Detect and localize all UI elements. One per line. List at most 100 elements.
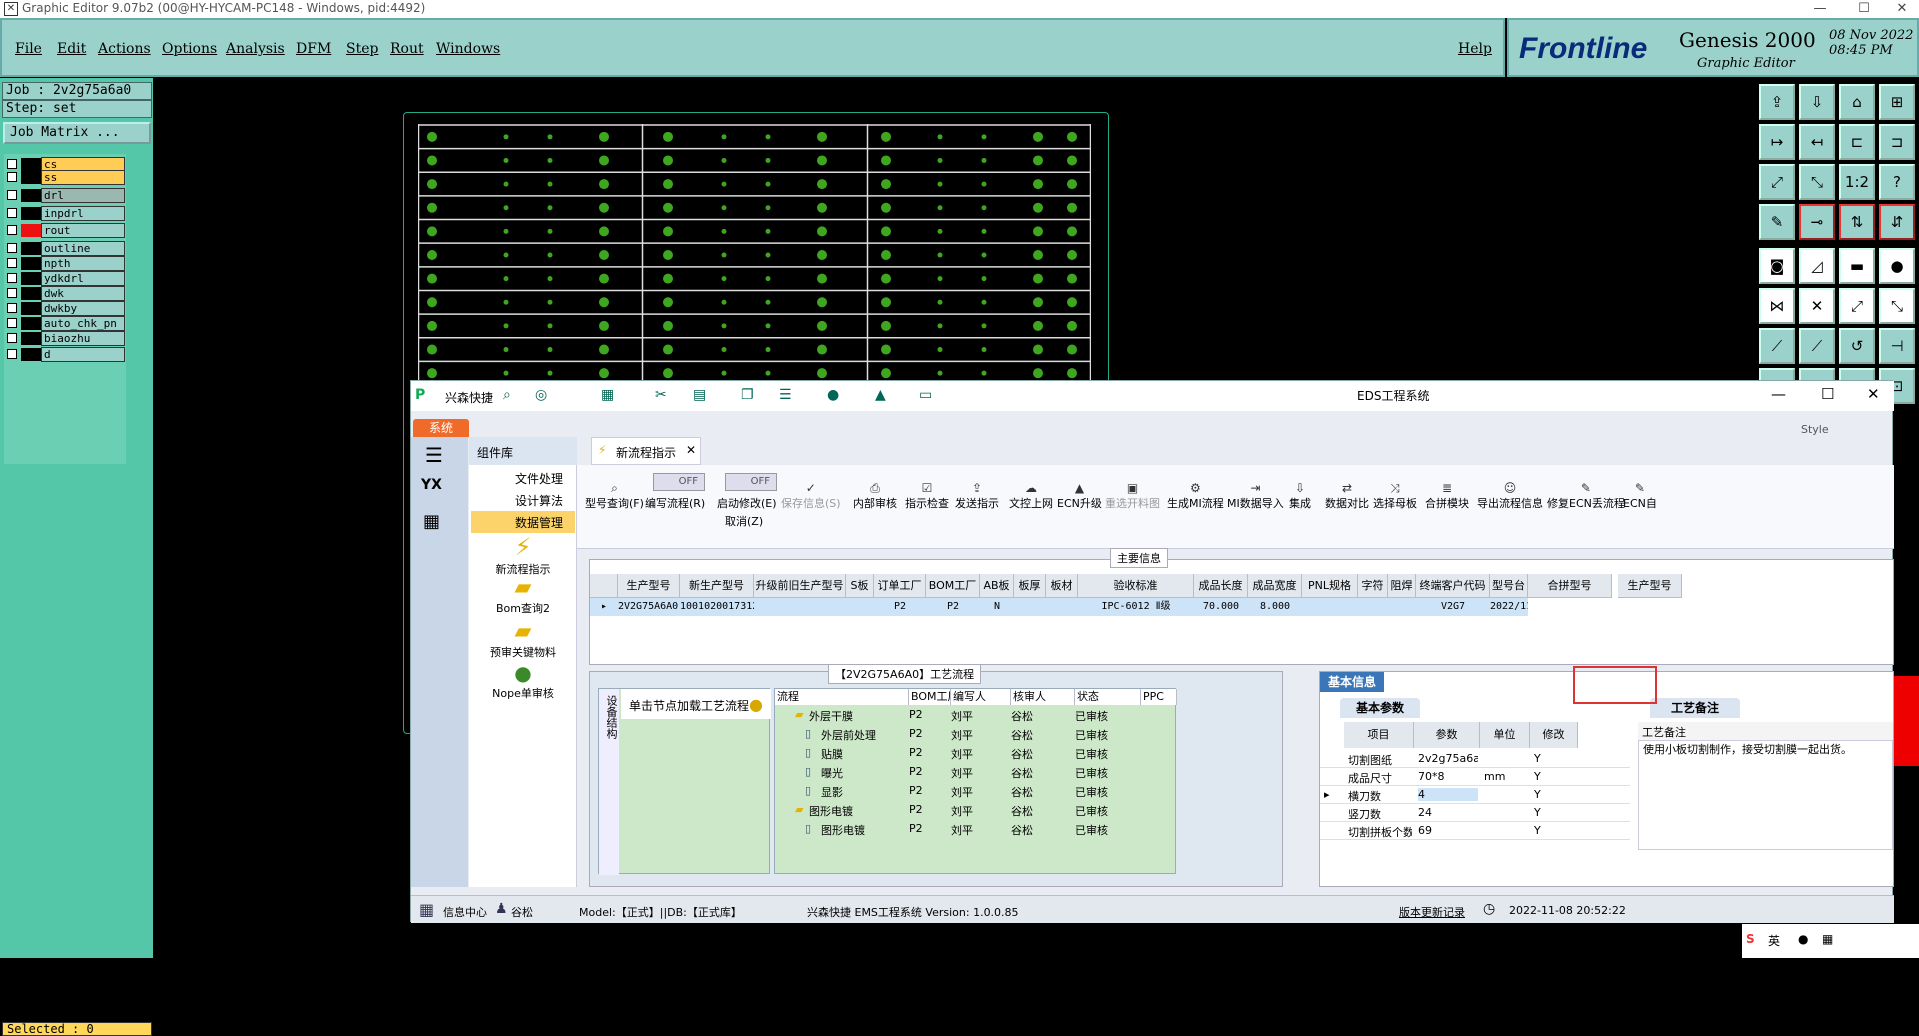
grid-header-13[interactable]: 字符 bbox=[1358, 574, 1388, 598]
basic-cell-param[interactable]: 24 bbox=[1418, 806, 1478, 819]
basic-cell-param[interactable]: 4 bbox=[1418, 788, 1478, 801]
ribbon-button-6[interactable]: ☑ 指示检查 bbox=[905, 481, 949, 511]
ribbon-button-8[interactable]: ☁ 文控上网 bbox=[1009, 481, 1053, 511]
flow-header-4[interactable]: 状态 bbox=[1075, 689, 1141, 705]
grid-cell-10[interactable]: 70.000 bbox=[1194, 598, 1248, 616]
layer-checkbox[interactable] bbox=[7, 303, 17, 313]
keyboard-icon[interactable]: ▦ bbox=[1822, 932, 1833, 946]
ribbon-button-5[interactable]: ⎙ 内部审核 bbox=[853, 481, 897, 511]
layer-checkbox[interactable] bbox=[7, 318, 17, 328]
tool-button-24[interactable]: ⟋ bbox=[1759, 328, 1795, 364]
grid-header-10[interactable]: 成品长度 bbox=[1194, 574, 1248, 598]
eds-maximize-button[interactable]: ☐ bbox=[1821, 385, 1834, 403]
menu-help[interactable]: Help bbox=[1458, 41, 1492, 57]
tool-button-10[interactable]: 1:2 bbox=[1839, 164, 1875, 200]
tab-new-flow[interactable]: ⚡ 新流程指示 ✕ bbox=[591, 437, 701, 465]
basic-cell-mod[interactable]: Y bbox=[1534, 806, 1576, 819]
basic-row[interactable]: 成品尺寸 70*8 mm Y bbox=[1320, 768, 1630, 786]
layer-row[interactable]: npth bbox=[4, 256, 125, 271]
info-center[interactable]: 信息中心 bbox=[443, 904, 487, 920]
grid-header-9[interactable]: 验收标准 bbox=[1078, 574, 1194, 598]
flow-vertical-tab[interactable]: 设备结构 bbox=[599, 689, 619, 875]
nav-file-processing[interactable]: 文件处理 bbox=[471, 467, 575, 489]
sogou-icon[interactable]: S bbox=[1746, 932, 1755, 946]
basic-cell-mod[interactable]: Y bbox=[1534, 770, 1576, 783]
grid-cell-6[interactable]: N bbox=[980, 598, 1014, 616]
menu-actions[interactable]: Actions bbox=[98, 41, 151, 57]
grid-cell-9[interactable]: IPC-6012 Ⅱ级 bbox=[1078, 598, 1194, 616]
tool-button-25[interactable]: ⟋ bbox=[1799, 328, 1835, 364]
craft-note-text[interactable]: 使用小板切割制作，接受切割膜一起出货。 bbox=[1638, 740, 1893, 850]
basic-cell-mod[interactable]: Y bbox=[1534, 752, 1576, 765]
tool-button-2[interactable]: ⌂ bbox=[1839, 84, 1875, 120]
layer-checkbox[interactable] bbox=[7, 243, 17, 253]
ribbon-button-1[interactable]: 编写流程(R) bbox=[645, 495, 705, 511]
basic-header-1[interactable]: 参数 bbox=[1414, 722, 1480, 748]
grid-header-1[interactable]: 新生产型号 bbox=[680, 574, 754, 598]
scissors-icon[interactable]: ✂ bbox=[655, 387, 667, 403]
layer-checkbox[interactable] bbox=[7, 190, 17, 200]
grid-cell-14[interactable] bbox=[1388, 598, 1416, 616]
tool-button-16[interactable]: ◙ bbox=[1759, 248, 1795, 284]
tool-button-4[interactable]: ↦ bbox=[1759, 124, 1795, 160]
grid-cell-1[interactable]: 10010200173124 bbox=[680, 598, 754, 616]
tool-button-23[interactable]: ⤡ bbox=[1879, 288, 1915, 324]
grid-cell-13[interactable] bbox=[1358, 598, 1388, 616]
tool-button-19[interactable]: ● bbox=[1879, 248, 1915, 284]
tool-nope-review[interactable]: ● Nope单审核 bbox=[473, 661, 573, 701]
basic-cell-param[interactable]: 70*8 bbox=[1418, 770, 1478, 783]
grid-cell-2[interactable] bbox=[754, 598, 846, 616]
film-icon[interactable]: ▤ bbox=[693, 387, 706, 403]
ribbon-button-12[interactable]: ⇥ MI数据导入 bbox=[1227, 481, 1284, 511]
tool-new-flow[interactable]: ⚡ 新流程指示 bbox=[473, 533, 573, 577]
tool-button-15[interactable]: ⇵ bbox=[1879, 204, 1915, 240]
tool-bom-query[interactable]: ▰ Bom查询2 bbox=[473, 575, 573, 616]
grid-header-14[interactable]: 阻焊 bbox=[1388, 574, 1416, 598]
tab-close-icon[interactable]: ✕ bbox=[686, 443, 696, 457]
ime-lang[interactable]: 英 bbox=[1768, 932, 1780, 949]
layer-row[interactable]: dwkby bbox=[4, 301, 125, 316]
flow-row[interactable]: ▰ 外层干膜 P2 刘平 谷松 已审核 bbox=[775, 706, 1177, 725]
layer-row[interactable]: d bbox=[4, 347, 125, 362]
grid-header-18[interactable]: 生产型号 bbox=[1618, 574, 1682, 598]
grid-header-2[interactable]: 升级前旧生产型号 bbox=[754, 574, 846, 598]
menu-file[interactable]: File bbox=[15, 41, 42, 57]
layer-checkbox[interactable] bbox=[7, 159, 17, 169]
layer-row[interactable]: auto_chk_pn bbox=[4, 316, 125, 331]
tool-button-0[interactable]: ⇪ bbox=[1759, 84, 1795, 120]
layer-name[interactable]: auto_chk_pn bbox=[41, 316, 125, 331]
close-button[interactable]: ✕ bbox=[1880, 0, 1919, 18]
tool-button-8[interactable]: ⤢ bbox=[1759, 164, 1795, 200]
ribbon-button-18[interactable]: ✎ 修复ECN丢流程 bbox=[1547, 481, 1625, 511]
ribbon-button-13[interactable]: ⇩ 集成 bbox=[1289, 481, 1311, 511]
tool-button-21[interactable]: ✕ bbox=[1799, 288, 1835, 324]
layer-row[interactable]: outline bbox=[4, 241, 125, 256]
ribbon-button-11[interactable]: ⚙ 生成MI流程 bbox=[1167, 481, 1224, 511]
tool-button-11[interactable]: ? bbox=[1879, 164, 1915, 200]
basic-row[interactable]: ▸ 横刀数 4 Y bbox=[1320, 786, 1630, 804]
grid-cell-8[interactable] bbox=[1046, 598, 1078, 616]
layer-name[interactable]: biaozhu bbox=[41, 331, 125, 346]
basic-cell-unit[interactable]: mm bbox=[1484, 770, 1528, 783]
basic-cell-param[interactable]: 69 bbox=[1418, 824, 1478, 837]
layer-name[interactable]: ss bbox=[41, 170, 125, 185]
nav-data-management[interactable]: 数据管理 bbox=[471, 511, 575, 533]
flow-header-2[interactable]: 编写人 bbox=[951, 689, 1011, 705]
flow-header-1[interactable]: BOM工厂 bbox=[909, 689, 951, 705]
table-icon[interactable]: ▦ bbox=[601, 387, 614, 403]
layer-checkbox[interactable] bbox=[7, 172, 17, 182]
basic-header-3[interactable]: 修改 bbox=[1530, 722, 1578, 748]
tool-button-1[interactable]: ⇩ bbox=[1799, 84, 1835, 120]
layer-checkbox[interactable] bbox=[7, 258, 17, 268]
basic-row[interactable]: 切割图纸 2v2g75a6a... Y bbox=[1320, 750, 1630, 768]
system-tab[interactable]: 系统 bbox=[413, 419, 469, 437]
grid-header-6[interactable]: AB板 bbox=[980, 574, 1014, 598]
grid-header-12[interactable]: PNL规格 bbox=[1302, 574, 1358, 598]
layer-row[interactable]: drl bbox=[4, 188, 125, 203]
layer-checkbox[interactable] bbox=[7, 288, 17, 298]
grid-header-0[interactable]: 生产型号 bbox=[618, 574, 680, 598]
layer-name[interactable]: dwkby bbox=[41, 301, 125, 316]
grid-header-3[interactable]: S板 bbox=[846, 574, 874, 598]
grid-cell-0[interactable]: 2V2G75A6A0 bbox=[618, 598, 680, 616]
menu-windows[interactable]: Windows bbox=[436, 41, 500, 57]
